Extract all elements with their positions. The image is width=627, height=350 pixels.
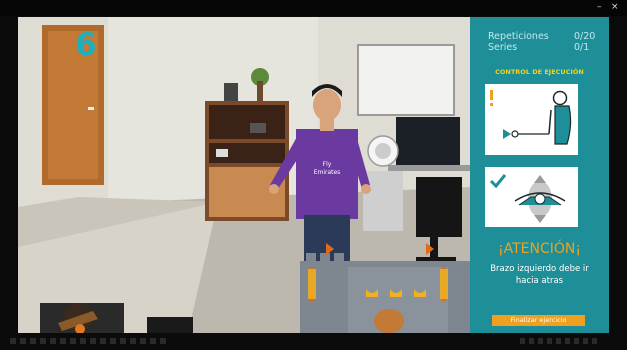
shirt-text-1: Fly (323, 161, 332, 168)
arm-ok-card (485, 167, 578, 227)
office-scene (18, 17, 470, 333)
camera-feed: 6 (18, 17, 470, 333)
repetitions-label: Repeticiones (488, 31, 549, 42)
taskbar (0, 333, 627, 350)
tray-icons (520, 338, 600, 344)
minimize-icon[interactable]: – (597, 2, 602, 12)
arm-back-illustration (490, 90, 572, 145)
series-value: 0/1 (574, 42, 590, 53)
arm-warning-card (485, 84, 578, 155)
control-panel: Repeticiones 0/20 Series 0/1 CONTROL DE … (470, 17, 609, 333)
close-icon[interactable]: × (611, 2, 619, 12)
exercise-counter: 6 (75, 27, 97, 63)
taskbar-icons (10, 338, 170, 344)
shirt-logo: Fly Emirates (314, 161, 341, 176)
repetitions-value: 0/20 (574, 31, 596, 42)
arms-front-illustration (489, 174, 566, 223)
series-label: Series (488, 42, 518, 53)
checkmark-icon (489, 174, 507, 189)
shirt-text-2: Emirates (314, 169, 341, 176)
alert-message: Brazo izquierdo debe ir hacia atras (490, 264, 589, 286)
control-title: CONTROL DE EJECUCIÓN (495, 68, 584, 76)
finish-exercise-button[interactable]: Finalizar ejercicio (492, 315, 585, 326)
window-title-bar: – × (0, 0, 627, 16)
exclamation-icon (490, 90, 493, 100)
alert-title: ¡ATENCIÓN¡ (498, 241, 581, 257)
